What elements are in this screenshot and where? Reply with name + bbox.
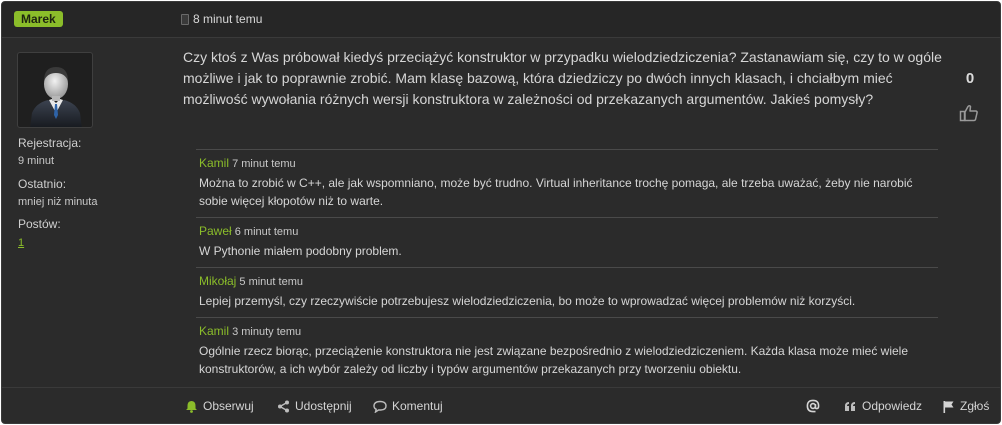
comment: Paweł 6 minut temu W Pythonie miałem pod… bbox=[196, 217, 938, 267]
posts-label: Postów: bbox=[18, 217, 61, 231]
post-header: Marek 8 minut temu bbox=[2, 2, 1000, 38]
comment: Kamil 7 minut temu Można to zrobić w C++… bbox=[196, 149, 938, 217]
vote-count: 0 bbox=[965, 70, 975, 87]
question-text: Czy ktoś z Was próbował kiedyś przeciąży… bbox=[183, 49, 942, 107]
post-time-text: 8 minut temu bbox=[193, 12, 263, 26]
comment-time: 6 minut temu bbox=[234, 226, 299, 238]
comment-text: Lepiej przemyśl, czy rzeczywiście potrze… bbox=[199, 294, 856, 308]
comment-icon bbox=[373, 400, 387, 413]
mention-button[interactable] bbox=[806, 388, 825, 423]
post-card: Marek 8 minut temu Rejestracja: 9 minut … bbox=[1, 1, 1001, 424]
comment-time: 5 minut temu bbox=[239, 276, 303, 288]
share-icon bbox=[278, 400, 289, 412]
at-icon bbox=[806, 399, 820, 413]
follow-label: Obserwuj bbox=[203, 399, 254, 413]
comment-text: W Pythonie miałem podobny problem. bbox=[199, 244, 402, 258]
comment-time: 3 minuty temu bbox=[232, 326, 302, 338]
comment-author[interactable]: Mikołaj bbox=[199, 274, 236, 288]
last-seen-value: mniej niż minuta bbox=[18, 196, 98, 208]
reply-label: Odpowiedz bbox=[862, 399, 923, 413]
author-badge[interactable]: Marek bbox=[14, 11, 63, 27]
comment-text: Ogólnie rzecz biorąc, przeciążenie konst… bbox=[199, 344, 909, 376]
last-seen-label: Ostatnio: bbox=[18, 177, 67, 191]
comment-author[interactable]: Kamil bbox=[199, 156, 229, 170]
comment: Kamil 3 minuty temu Ogólnie rzecz biorąc… bbox=[196, 317, 938, 385]
flag-icon bbox=[943, 400, 954, 413]
comments-list: Kamil 7 minut temu Można to zrobić w C++… bbox=[196, 149, 938, 385]
avatar-image bbox=[30, 67, 82, 127]
post-time: 8 minut temu bbox=[181, 12, 262, 26]
comment-author[interactable]: Kamil bbox=[199, 324, 229, 338]
comment-text: Można to zrobić w C++, ale jak wspomnian… bbox=[199, 176, 913, 208]
comment-author[interactable]: Paweł bbox=[199, 224, 232, 238]
registration-label: Rejestracja: bbox=[18, 136, 82, 150]
document-icon bbox=[181, 13, 189, 25]
avatar[interactable] bbox=[17, 52, 93, 128]
thumbs-up-icon[interactable] bbox=[959, 104, 979, 122]
report-label: Zgłoś bbox=[960, 399, 990, 413]
post-footer: Obserwuj Udostępnij Komentuj Odpowiedz Z… bbox=[2, 387, 1000, 423]
comment-time: 7 minut temu bbox=[232, 158, 296, 170]
comment-label: Komentuj bbox=[392, 399, 443, 413]
share-label: Udostępnij bbox=[295, 399, 352, 413]
follow-button[interactable]: Obserwuj bbox=[185, 388, 254, 423]
bell-icon bbox=[186, 400, 197, 413]
report-button[interactable]: Zgłoś bbox=[942, 388, 990, 423]
registration-value: 9 minut bbox=[18, 155, 55, 167]
posts-count-link[interactable]: 1 bbox=[18, 237, 24, 249]
reply-button[interactable]: Odpowiedz bbox=[844, 388, 923, 423]
share-button[interactable]: Udostępnij bbox=[277, 388, 352, 423]
quote-icon bbox=[845, 401, 855, 411]
comment: Mikołaj 5 minut temu Lepiej przemyśl, cz… bbox=[196, 267, 938, 317]
comment-button[interactable]: Komentuj bbox=[373, 388, 443, 423]
